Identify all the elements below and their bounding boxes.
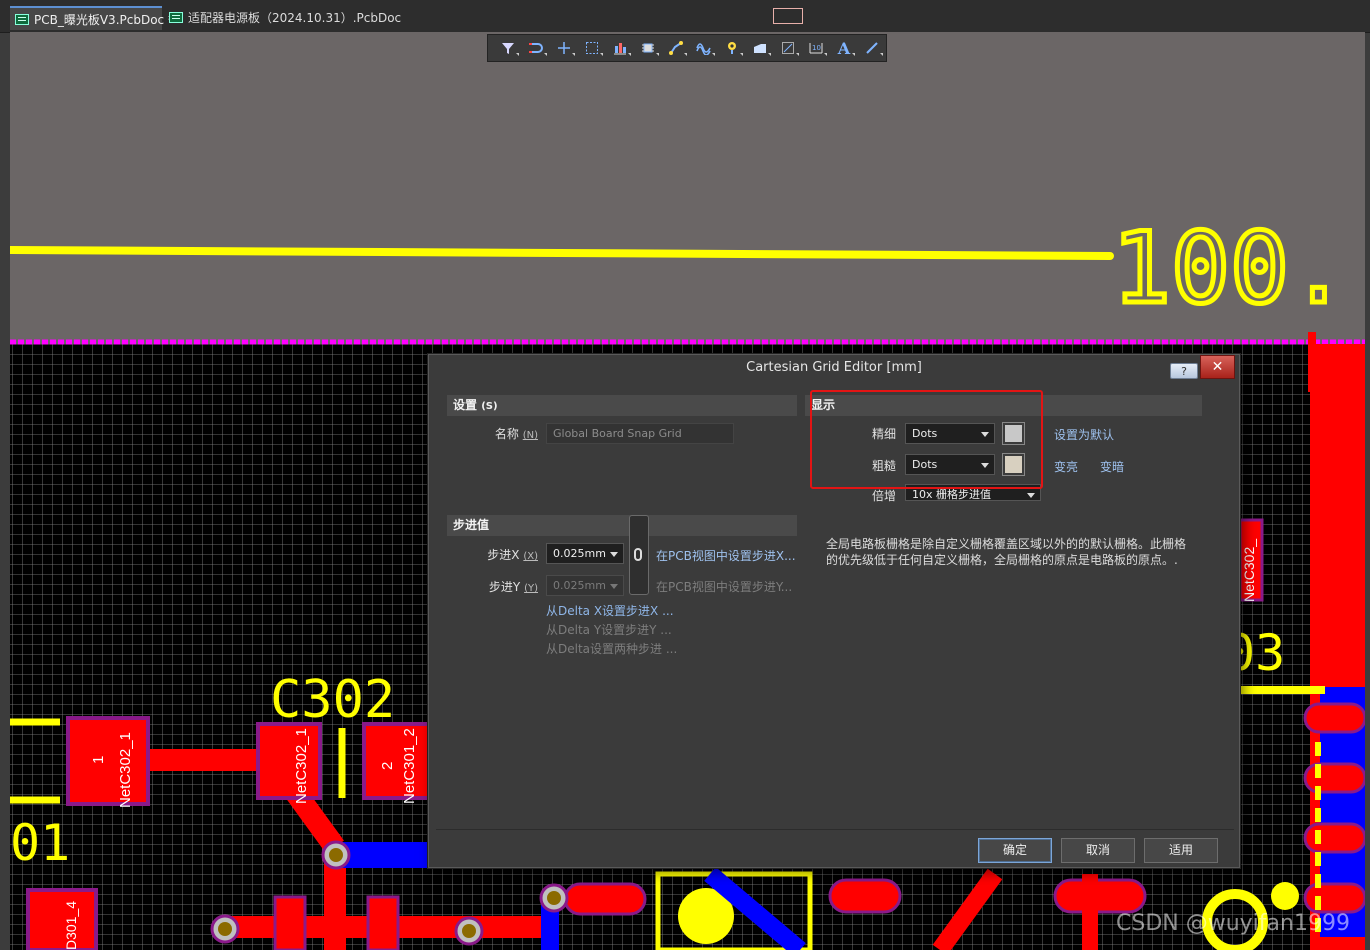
coarse-label: 粗糙 xyxy=(871,459,896,473)
step-y-combo: 0.025mm xyxy=(546,575,624,596)
svg-text:NetC301_2: NetC301_2 xyxy=(401,728,418,804)
chevron-down-icon xyxy=(1027,493,1035,498)
coarse-style-combo[interactable]: Dots xyxy=(905,454,995,475)
diff-pair-icon[interactable] xyxy=(690,36,718,60)
pcb-document-icon xyxy=(15,14,29,25)
help-button[interactable]: ? xyxy=(1170,363,1198,379)
pcb-document-icon xyxy=(169,12,183,23)
coarse-color-swatch[interactable] xyxy=(1002,453,1025,476)
close-button[interactable]: ✕ xyxy=(1200,355,1235,379)
step-section-header: 步进值 xyxy=(447,515,797,536)
grid-name-field: Global Board Snap Grid xyxy=(546,423,734,444)
step-x-label: 步进X (X) xyxy=(487,548,538,562)
step-y-label: 步进Y (Y) xyxy=(488,580,538,594)
text-icon[interactable]: A xyxy=(830,36,858,60)
align-icon[interactable] xyxy=(606,36,634,60)
chevron-down-icon xyxy=(610,584,618,589)
fine-color-swatch[interactable] xyxy=(1002,422,1025,445)
set-step-y-from-view-link: 在PCB视图中设置步进Y... xyxy=(656,580,793,594)
link-xy-toggle[interactable] xyxy=(629,515,649,595)
dimension-text: 100. xyxy=(1112,212,1348,326)
pad-d301-4 xyxy=(26,888,98,950)
pad-c302-1 xyxy=(66,716,150,806)
chevron-down-icon xyxy=(610,552,618,557)
display-section-header: 显示 xyxy=(805,395,1202,416)
pad-c302-2 xyxy=(256,722,322,800)
step-x-combo[interactable]: 0.025mm xyxy=(546,543,624,564)
line-icon[interactable] xyxy=(858,36,886,60)
dimension-icon[interactable]: 10 xyxy=(802,36,830,60)
interactive-route-icon[interactable] xyxy=(662,36,690,60)
multiplier-label: 倍增 xyxy=(871,489,896,503)
set-as-default-link[interactable]: 设置为默认 xyxy=(1054,426,1114,443)
right-pad-net: NetC302_ xyxy=(1241,539,1257,602)
from-delta-both-link: 从Delta设置两种步进 ... xyxy=(546,642,678,656)
watermark: CSDN @wuyifan1999 xyxy=(1116,911,1350,936)
crosshair-icon[interactable] xyxy=(550,36,578,60)
fine-style-combo[interactable]: Dots xyxy=(905,423,995,444)
grid-description: 全局电路板栅格是除自定义栅格覆盖区域以外的的默认栅格。此栅格的优先级低于任何自定… xyxy=(826,537,1187,567)
settings-section-header: 设置 (S) xyxy=(447,395,797,416)
svg-text:NetC302_1: NetC302_1 xyxy=(293,728,310,804)
chevron-down-icon xyxy=(981,463,989,468)
set-step-x-from-view-link[interactable]: 在PCB视图中设置步进X... xyxy=(656,547,796,564)
cancel-button[interactable]: 取消 xyxy=(1061,838,1135,863)
svg-text:10: 10 xyxy=(812,44,821,52)
fine-color-fill xyxy=(1005,425,1022,442)
darker-link[interactable]: 变暗 xyxy=(1100,458,1124,475)
select-icon[interactable] xyxy=(578,36,606,60)
route-icon[interactable] xyxy=(522,36,550,60)
fill-icon[interactable] xyxy=(746,36,774,60)
region-icon[interactable] xyxy=(774,36,802,60)
svg-text:2: 2 xyxy=(379,762,396,770)
tab-pcb-exposure-board[interactable]: PCB_曝光板V3.PcbDoc * xyxy=(10,6,174,30)
dialog-title: Cartesian Grid Editor [mm] xyxy=(746,360,922,375)
designator-c302: C302 xyxy=(270,670,395,730)
tab-adapter-power-board[interactable]: 适配器电源板（2024.10.31）.PcbDoc xyxy=(164,6,401,30)
apply-button[interactable]: 适用 xyxy=(1144,838,1218,863)
name-label: 名称 (N) xyxy=(494,427,538,441)
chevron-down-icon xyxy=(981,432,989,437)
active-bar-toolbar: 10 A xyxy=(487,34,887,62)
tab-label: 适配器电源板（2024.10.31）.PcbDoc xyxy=(188,11,402,25)
from-delta-x-link[interactable]: 从Delta X设置步进X ... xyxy=(546,602,674,619)
multiplier-combo[interactable]: 10x 栅格步进值 xyxy=(905,484,1041,501)
svg-text:NetC302_1: NetC302_1 xyxy=(117,732,134,808)
pad-c301-2 xyxy=(362,722,436,800)
from-delta-y-link: 从Delta Y设置步进Y ... xyxy=(546,623,672,637)
ok-button[interactable]: 确定 xyxy=(978,838,1052,863)
document-tab-bar: PCB_曝光板V3.PcbDoc * 适配器电源板（2024.10.31）.Pc… xyxy=(0,0,1370,33)
lighter-link[interactable]: 变亮 xyxy=(1054,458,1078,475)
svg-text:D301_4: D301_4 xyxy=(63,901,79,950)
filter-icon[interactable] xyxy=(494,36,522,60)
via-icon[interactable] xyxy=(718,36,746,60)
fine-label: 精细 xyxy=(871,427,896,441)
coarse-color-fill xyxy=(1005,456,1022,473)
svg-text:1: 1 xyxy=(90,756,107,764)
dialog-separator xyxy=(436,829,1234,830)
link-icon xyxy=(634,548,642,561)
tab-label: PCB_曝光板V3.PcbDoc * xyxy=(34,13,174,27)
designator-01: 01 xyxy=(10,814,70,872)
component-icon[interactable] xyxy=(634,36,662,60)
